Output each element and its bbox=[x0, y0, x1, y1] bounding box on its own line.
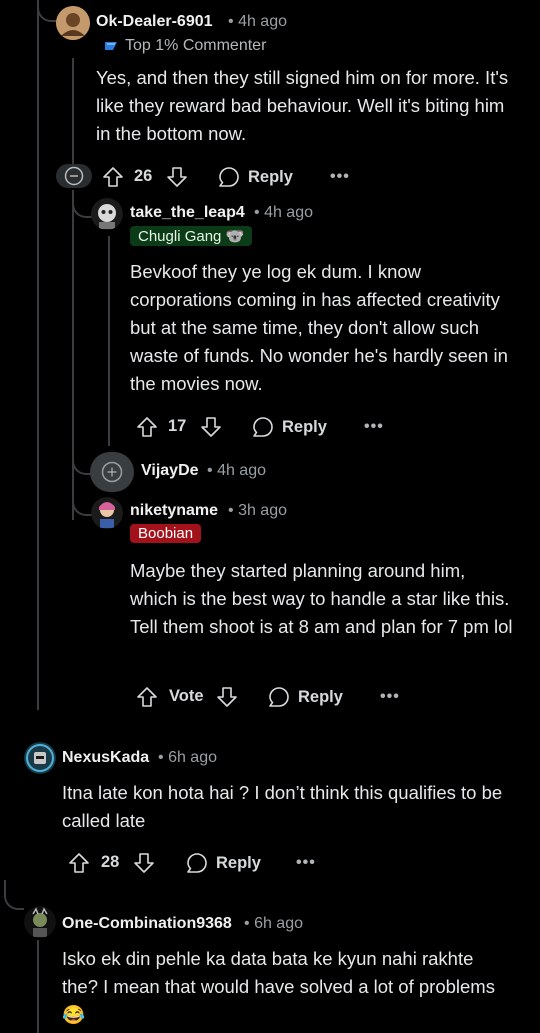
comment-body: Yes, and then they still signed him on f… bbox=[96, 67, 509, 144]
thread-line bbox=[37, 940, 39, 1033]
more-options-button[interactable]: ••• bbox=[296, 854, 316, 872]
avatar[interactable] bbox=[24, 742, 56, 774]
timestamp: • 3h ago bbox=[228, 502, 287, 520]
separator: • bbox=[228, 13, 234, 30]
downvote-icon bbox=[201, 417, 221, 437]
timestamp: • 6h ago bbox=[244, 915, 303, 933]
separator: • bbox=[244, 915, 250, 932]
thread-connector bbox=[72, 488, 92, 516]
reply-label: Reply bbox=[248, 167, 293, 186]
username[interactable]: NexusKada bbox=[62, 749, 149, 767]
flair-badge: Chugli Gang 🐨 bbox=[130, 226, 253, 246]
vote-count: 26 bbox=[134, 167, 153, 185]
more-options-button[interactable]: ••• bbox=[380, 688, 400, 706]
avatar[interactable] bbox=[91, 198, 123, 230]
comment-body: Bevkoof they ye log ek dum. I know corpo… bbox=[130, 261, 508, 394]
timestamp-text: 6h ago bbox=[168, 749, 217, 766]
upvote-button[interactable] bbox=[136, 686, 158, 708]
achievement-icon bbox=[105, 42, 117, 50]
user-avatar-icon bbox=[91, 198, 123, 230]
timestamp: • 4h ago bbox=[207, 462, 266, 480]
downvote-button[interactable] bbox=[133, 852, 155, 874]
reply-button[interactable]: Reply bbox=[252, 416, 327, 438]
timestamp-text: 4h ago bbox=[217, 462, 266, 479]
downvote-icon bbox=[217, 687, 237, 707]
downvote-button[interactable] bbox=[200, 416, 222, 438]
reply-icon bbox=[253, 417, 273, 437]
thread-line bbox=[108, 236, 110, 446]
upvote-icon bbox=[103, 167, 123, 187]
timestamp: • 4h ago bbox=[228, 13, 287, 31]
vote-count: 17 bbox=[168, 417, 187, 435]
downvote-icon bbox=[134, 853, 154, 873]
username[interactable]: take_the_leap4 bbox=[130, 204, 245, 222]
thread-connector bbox=[4, 880, 24, 910]
timestamp-text: 3h ago bbox=[238, 502, 287, 519]
timestamp-text: 4h ago bbox=[264, 204, 313, 221]
timestamp: • 6h ago bbox=[158, 749, 217, 767]
vote-count: 28 bbox=[101, 853, 120, 871]
reply-icon bbox=[187, 853, 207, 873]
downvote-button[interactable] bbox=[166, 166, 188, 188]
more-options-button[interactable]: ••• bbox=[330, 168, 350, 186]
flair-text: Top 1% Commenter bbox=[125, 37, 267, 54]
username[interactable]: One-Combination9368 bbox=[62, 915, 232, 933]
separator: • bbox=[228, 502, 234, 519]
upvote-button[interactable] bbox=[68, 852, 90, 874]
upvote-icon bbox=[137, 687, 157, 707]
collapse-thread-button[interactable] bbox=[56, 164, 92, 188]
reply-button[interactable]: Reply bbox=[218, 166, 293, 188]
downvote-icon bbox=[167, 167, 187, 187]
upvote-button[interactable] bbox=[136, 416, 158, 438]
reply-icon bbox=[269, 687, 289, 707]
timestamp: • 4h ago bbox=[254, 204, 313, 222]
avatar[interactable] bbox=[24, 906, 56, 938]
user-avatar-icon bbox=[91, 497, 123, 529]
expand-icon bbox=[101, 461, 123, 483]
thread-line bbox=[72, 190, 74, 520]
avatar[interactable] bbox=[91, 497, 123, 529]
comment-body: Maybe they started planning around him, … bbox=[130, 560, 513, 637]
reply-label: Reply bbox=[216, 853, 261, 872]
timestamp-text: 6h ago bbox=[254, 915, 303, 932]
thread-connector bbox=[72, 190, 92, 218]
upvote-button[interactable] bbox=[102, 166, 124, 188]
reply-button[interactable]: Reply bbox=[186, 852, 261, 874]
comment-body: Isko ek din pehle ka data bata ke kyun n… bbox=[62, 948, 495, 1025]
reply-button[interactable]: Reply bbox=[268, 686, 343, 708]
thread-line bbox=[37, 30, 39, 710]
user-avatar-icon bbox=[24, 742, 56, 774]
separator: • bbox=[254, 204, 260, 221]
flair-badge: Boobian bbox=[130, 524, 202, 543]
reply-label: Reply bbox=[282, 417, 327, 436]
reply-label: Reply bbox=[298, 687, 343, 706]
username[interactable]: niketyname bbox=[130, 502, 218, 520]
vote-label: Vote bbox=[169, 687, 204, 705]
user-avatar-icon bbox=[56, 6, 90, 40]
upvote-icon bbox=[137, 417, 157, 437]
comment-body: Itna late kon hota hai ? I don’t think t… bbox=[62, 782, 503, 831]
username[interactable]: VijayDe bbox=[141, 462, 199, 480]
timestamp-text: 4h ago bbox=[238, 13, 287, 30]
collapse-icon bbox=[64, 166, 84, 186]
expand-thread-button[interactable] bbox=[90, 452, 134, 492]
thread-line bbox=[72, 58, 74, 166]
upvote-icon bbox=[69, 853, 89, 873]
username[interactable]: Ok-Dealer-6901 bbox=[96, 13, 213, 31]
separator: • bbox=[158, 749, 164, 766]
flair-badge: Top 1% Commenter bbox=[103, 37, 266, 55]
separator: • bbox=[207, 462, 213, 479]
reply-icon bbox=[219, 167, 239, 187]
downvote-button[interactable] bbox=[216, 686, 238, 708]
more-options-button[interactable]: ••• bbox=[364, 418, 384, 436]
avatar[interactable] bbox=[56, 6, 90, 40]
user-avatar-icon bbox=[24, 906, 56, 938]
